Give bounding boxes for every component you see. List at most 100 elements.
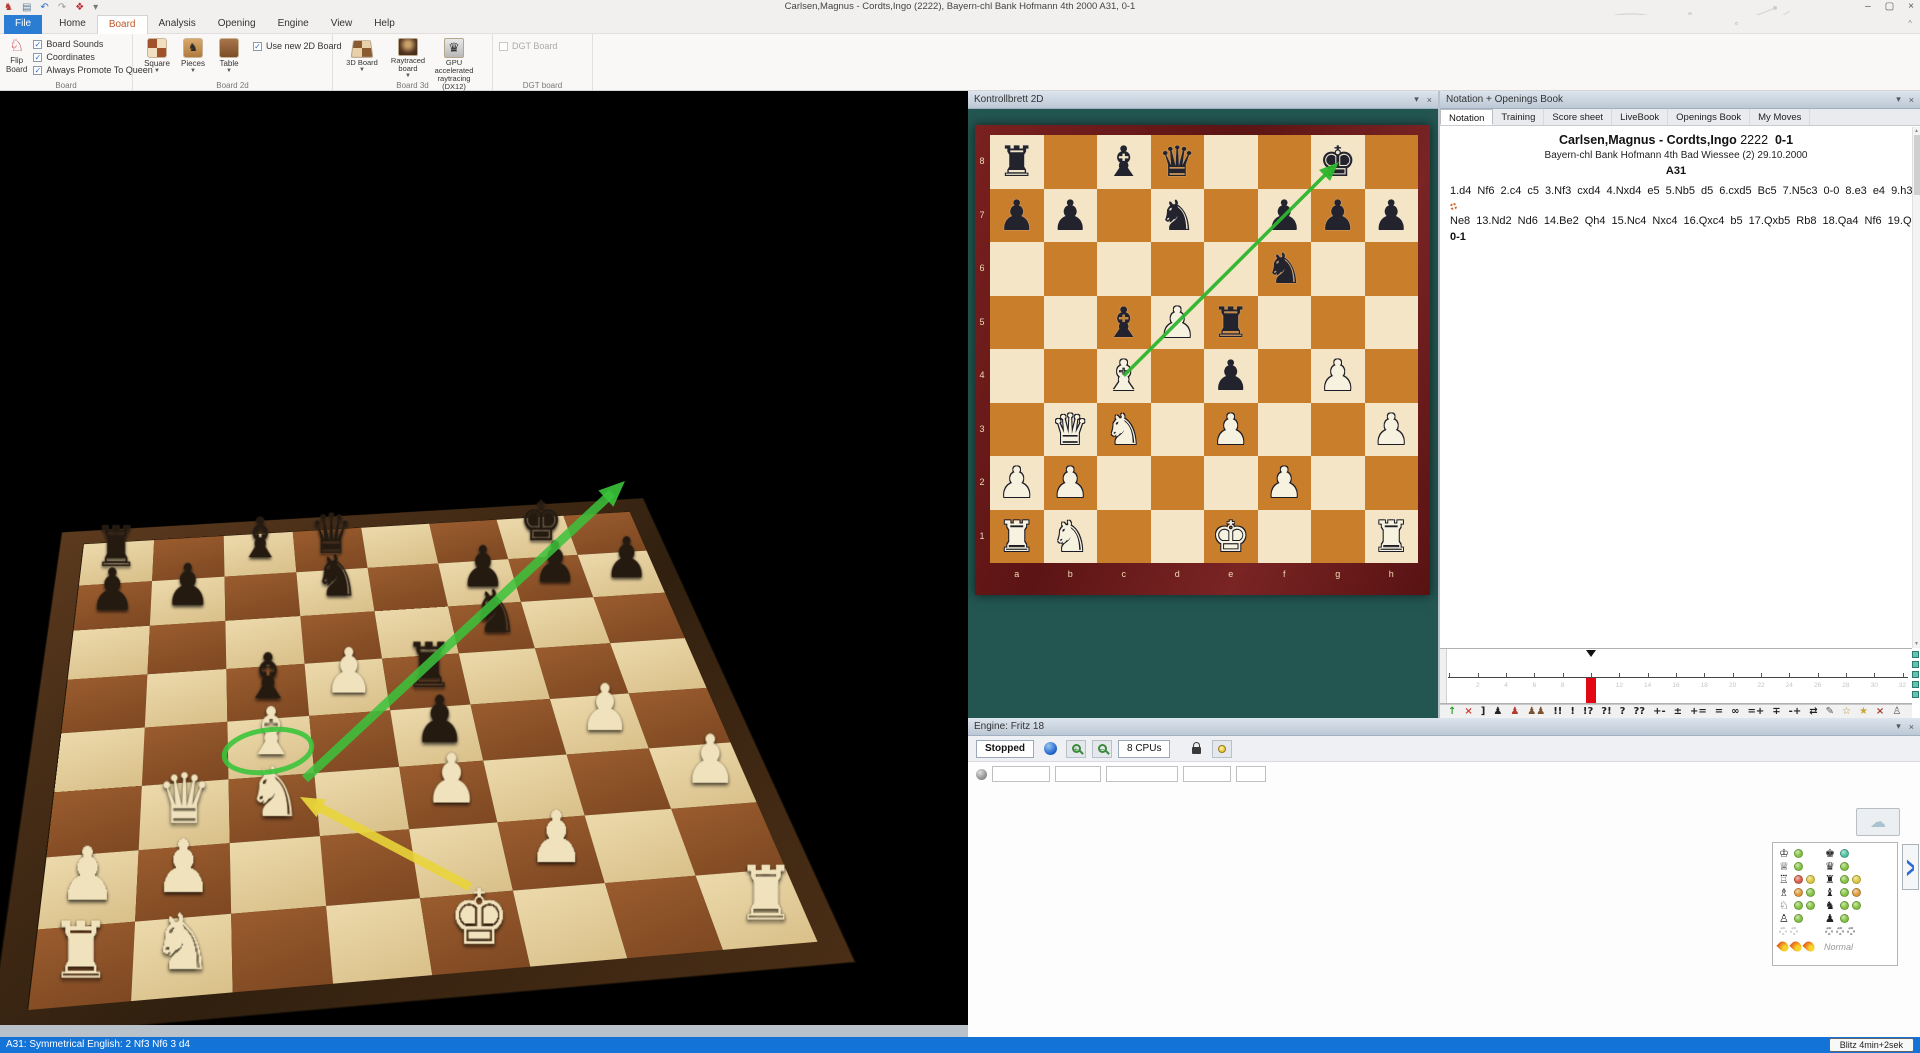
square-e3[interactable]: ♟ (1204, 403, 1258, 457)
move[interactable]: 17.Qxb5 (1749, 215, 1791, 227)
square-h5[interactable] (1365, 296, 1419, 350)
square-a6[interactable] (68, 626, 150, 680)
square-d4[interactable] (309, 710, 399, 773)
menu-tab-board[interactable]: Board (97, 15, 148, 34)
move[interactable]: 18.Qa4 (1822, 215, 1858, 227)
square-a7[interactable]: ♟ (990, 189, 1044, 243)
square-b5[interactable] (145, 669, 228, 727)
bracket-icon[interactable]: ] (1481, 706, 1486, 718)
square-a3[interactable] (990, 403, 1044, 457)
collapse-panel-icon[interactable]: ▾ (1896, 721, 1901, 732)
square-c3[interactable]: ♞ (229, 773, 320, 843)
tab-my-moves[interactable]: My Moves (1750, 109, 1810, 125)
square-g8[interactable]: ♚ (1311, 135, 1365, 189)
close-panel-icon[interactable]: × (1427, 95, 1432, 105)
square-b6[interactable] (1044, 242, 1098, 296)
square-d1[interactable] (1151, 510, 1205, 564)
arrow-up-icon[interactable]: ↑ (1448, 706, 1456, 718)
square-f4[interactable] (1258, 349, 1312, 403)
square-e1[interactable]: ♚ (1204, 510, 1258, 564)
square-c8[interactable]: ♝ (1097, 135, 1151, 189)
use-new-2d-board-checkbox[interactable]: ✓ Use new 2D Board (253, 41, 342, 51)
engine-slot-2[interactable] (1055, 766, 1101, 782)
tab-openings-book[interactable]: Openings Book (1668, 109, 1750, 125)
square-a5[interactable] (990, 296, 1044, 350)
square-f3[interactable] (1258, 403, 1312, 457)
menu-tab-engine[interactable]: Engine (267, 15, 320, 34)
square-c6[interactable] (1097, 242, 1151, 296)
square-f1[interactable] (1258, 510, 1312, 564)
square-c1[interactable] (1097, 510, 1151, 564)
board-3d-area[interactable]: ♜♝♛♚♟♟♞♟♟♟♞♝♟♜♝♟♟♛♞♟♟♟♟♟♜♞♚♜ SettingsScr… (0, 91, 968, 1025)
black-slightly-better[interactable]: =+ (1748, 706, 1765, 718)
tab-livebook[interactable]: LiveBook (1612, 109, 1668, 125)
square-d7[interactable]: ♞ (296, 568, 374, 616)
square-f7[interactable]: ♟ (1258, 189, 1312, 243)
cloud-engine-button[interactable]: ☁ (1856, 808, 1900, 836)
undo-icon[interactable]: ↶ (40, 1, 48, 14)
pawns-icon[interactable]: ♟♟ (1527, 706, 1545, 718)
square-d2[interactable] (320, 829, 420, 906)
x-mark-icon[interactable]: × (1876, 706, 1884, 718)
minimize-button[interactable]: – (1865, 1, 1871, 12)
move[interactable]: 0-0 (1823, 185, 1839, 197)
square-b6[interactable] (147, 621, 226, 674)
square-g6[interactable] (1311, 242, 1365, 296)
engine-status-button[interactable]: Stopped (976, 740, 1034, 758)
scrollbar-thumb[interactable] (1914, 135, 1920, 195)
square-d5[interactable]: ♟ (305, 659, 391, 716)
dropdown-square[interactable]: Square▼ (139, 36, 175, 78)
dropdown-pieces[interactable]: ♞Pieces▼ (175, 36, 211, 78)
square-c7[interactable] (1097, 189, 1151, 243)
square-e5[interactable]: ♜ (1204, 296, 1258, 350)
evaluation-profile[interactable]: 2468101214161820222426283032 (1440, 648, 1912, 704)
maximize-button[interactable]: ▢ (1885, 1, 1894, 12)
redo-icon[interactable]: ↷ (58, 1, 66, 14)
mistake[interactable]: ? (1620, 706, 1626, 718)
move[interactable]: 3.Nf3 (1545, 185, 1571, 197)
square-a1[interactable]: ♜ (28, 922, 135, 1010)
square-c5[interactable]: ♝ (1097, 296, 1151, 350)
move[interactable]: e4 (1873, 185, 1885, 197)
piece-icon[interactable]: ♙ (1892, 706, 1901, 718)
dropdown-table[interactable]: Table▼ (211, 36, 247, 78)
black-winning[interactable]: -+ (1789, 706, 1802, 718)
square-c8[interactable]: ♝ (224, 532, 297, 577)
interesting-move[interactable]: !? (1583, 706, 1593, 718)
square-e2[interactable] (1204, 456, 1258, 510)
move[interactable]: Qh4 (1585, 215, 1606, 227)
menu-tab-opening[interactable]: Opening (207, 15, 267, 34)
close-button[interactable]: × (1908, 1, 1914, 12)
unclear[interactable]: ∞ (1731, 706, 1739, 718)
square-c4[interactable]: ♝ (1097, 349, 1151, 403)
move[interactable]: 7.N5c3 (1783, 185, 1818, 197)
square-g4[interactable]: ♟ (550, 693, 649, 754)
lock-button[interactable] (1186, 740, 1206, 758)
white-winning[interactable]: +- (1653, 706, 1666, 718)
square-b1[interactable]: ♞ (131, 914, 233, 1001)
square-d3[interactable] (314, 767, 409, 836)
square-b1[interactable]: ♞ (1044, 510, 1098, 564)
star-filled-icon[interactable]: ★ (1859, 706, 1868, 718)
move[interactable]: Nxc4 (1652, 215, 1677, 227)
square-f5[interactable] (1258, 296, 1312, 350)
square-h6[interactable] (1365, 242, 1419, 296)
tab-training[interactable]: Training (1493, 109, 1544, 125)
square-f6[interactable]: ♞ (1258, 242, 1312, 296)
square-a5[interactable] (61, 674, 147, 733)
square-f8[interactable] (1258, 135, 1312, 189)
square-b5[interactable] (1044, 296, 1098, 350)
square-h2[interactable] (1365, 456, 1419, 510)
square-d2[interactable] (1151, 456, 1205, 510)
zoom-in-analysis-button[interactable]: + (1066, 740, 1086, 758)
menu-tab-analysis[interactable]: Analysis (148, 15, 207, 34)
square-c2[interactable] (230, 836, 326, 914)
button-3d-board[interactable]: 3D Board▼ (339, 36, 385, 78)
menu-tab-home[interactable]: Home (48, 15, 97, 34)
square-g3[interactable] (1311, 403, 1365, 457)
square-h7[interactable]: ♟ (1365, 189, 1419, 243)
move[interactable]: 9.h3 (1891, 185, 1912, 197)
zoom-out-analysis-button[interactable]: − (1092, 740, 1112, 758)
square-g6[interactable] (521, 597, 610, 648)
equal[interactable]: = (1715, 706, 1723, 718)
